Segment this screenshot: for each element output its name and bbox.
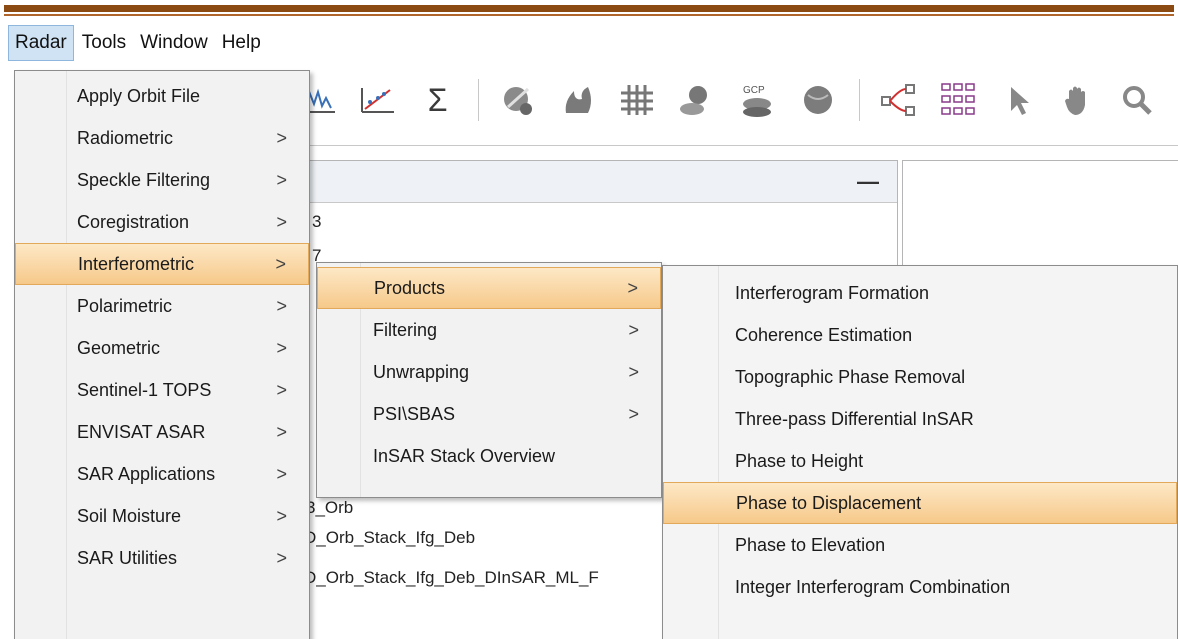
menu-window[interactable]: Window	[134, 26, 214, 60]
gcp-icon[interactable]: GCP	[737, 80, 777, 120]
menu-item-polarimetric[interactable]: Polarimetric >	[15, 285, 309, 327]
menu-item-radiometric[interactable]: Radiometric >	[15, 117, 309, 159]
radar-menu: Apply Orbit File Radiometric > Speckle Fi…	[14, 70, 310, 639]
menu-tools[interactable]: Tools	[76, 26, 132, 60]
menu-item-sentinel-1-tops[interactable]: Sentinel-1 TOPS >	[15, 369, 309, 411]
mask-icon[interactable]	[678, 80, 715, 120]
menu-item-interferogram-formation[interactable]: Interferogram Formation	[663, 272, 1177, 314]
menu-item-coherence-estimation[interactable]: Coherence Estimation	[663, 314, 1177, 356]
menu-item-sar-applications[interactable]: SAR Applications >	[15, 453, 309, 495]
menu-help[interactable]: Help	[216, 26, 267, 60]
products-submenu: Interferogram Formation Coherence Estima…	[662, 265, 1178, 639]
gcp-label: GCP	[743, 85, 765, 96]
chevron-right-icon: >	[276, 547, 287, 568]
chevron-right-icon: >	[276, 421, 287, 442]
menu-item-envisat-asar[interactable]: ENVISAT ASAR >	[15, 411, 309, 453]
menu-item-three-pass-differential-insar[interactable]: Three-pass Differential InSAR	[663, 398, 1177, 440]
fire-icon[interactable]	[559, 80, 596, 120]
chevron-right-icon: >	[275, 253, 286, 274]
globe-icon[interactable]	[799, 80, 836, 120]
product-explorer-header: —	[301, 161, 897, 203]
menu-item-apply-orbit-file[interactable]: Apply Orbit File	[15, 75, 309, 117]
chevron-right-icon: >	[276, 295, 287, 316]
menu-item-phase-to-elevation[interactable]: Phase to Elevation	[663, 524, 1177, 566]
menu-bar: Radar Tools Window Help	[0, 24, 1178, 62]
menu-item-integer-interferogram-combination[interactable]: Integer Interferogram Combination	[663, 566, 1177, 608]
toolbar-separator	[478, 79, 480, 121]
pointer-icon[interactable]	[1000, 80, 1037, 120]
chevron-right-icon: >	[276, 337, 287, 358]
toolbar: Σ GCP	[300, 70, 1178, 130]
menu-item-filtering[interactable]: Filtering >	[317, 309, 661, 351]
chevron-right-icon: >	[276, 463, 287, 484]
menu-item-speckle-filtering[interactable]: Speckle Filtering >	[15, 159, 309, 201]
sigma-statistics-icon[interactable]: Σ	[419, 80, 456, 120]
chevron-right-icon: >	[627, 277, 638, 298]
menu-item-products[interactable]: Products >	[317, 267, 661, 309]
menu-item-sar-utilities[interactable]: SAR Utilities >	[15, 537, 309, 579]
layer-icon[interactable]	[499, 80, 536, 120]
toolbar-separator	[858, 79, 860, 121]
chevron-right-icon: >	[276, 505, 287, 526]
menu-item-coregistration[interactable]: Coregistration >	[15, 201, 309, 243]
chevron-right-icon: >	[276, 379, 287, 400]
chevron-right-icon: >	[628, 361, 639, 382]
tree-item[interactable]: 3	[312, 212, 321, 232]
toolbar-bottom-divider	[300, 145, 1178, 146]
menu-item-topographic-phase-removal[interactable]: Topographic Phase Removal	[663, 356, 1177, 398]
interferometric-submenu: Products > Filtering > Unwrapping > PSI\SBA…	[316, 262, 662, 498]
chevron-right-icon: >	[276, 169, 287, 190]
pan-hand-icon[interactable]	[1059, 80, 1096, 120]
graph-builder-icon[interactable]	[880, 80, 918, 120]
menu-item-insar-stack-overview[interactable]: InSAR Stack Overview	[317, 435, 661, 477]
menu-item-unwrapping[interactable]: Unwrapping >	[317, 351, 661, 393]
chevron-right-icon: >	[276, 211, 287, 232]
menu-item-phase-to-displacement[interactable]: Phase to Displacement	[663, 482, 1177, 524]
menu-item-soil-moisture[interactable]: Soil Moisture >	[15, 495, 309, 537]
menu-item-psi-sbas[interactable]: PSI\SBAS >	[317, 393, 661, 435]
scatter-plot-icon[interactable]	[359, 80, 396, 120]
minimize-button[interactable]: —	[857, 169, 879, 195]
tree-item[interactable]: D_Orb_Stack_Ifg_Deb_DInSAR_ML_F	[304, 568, 599, 588]
chevron-right-icon: >	[276, 127, 287, 148]
zoom-icon[interactable]	[1119, 80, 1156, 120]
chevron-right-icon: >	[628, 403, 639, 424]
document-top-rule-thin	[4, 14, 1174, 16]
batch-processing-icon[interactable]	[940, 80, 978, 120]
document-top-rule	[4, 5, 1174, 12]
menu-item-geometric[interactable]: Geometric >	[15, 327, 309, 369]
menu-item-interferometric[interactable]: Interferometric >	[15, 243, 309, 285]
grid-icon[interactable]	[618, 80, 655, 120]
chevron-right-icon: >	[628, 319, 639, 340]
tree-item[interactable]: D_Orb_Stack_Ifg_Deb	[304, 528, 475, 548]
menu-item-phase-to-height[interactable]: Phase to Height	[663, 440, 1177, 482]
tree-item[interactable]: 3_Orb	[306, 498, 353, 518]
menu-radar[interactable]: Radar	[8, 25, 74, 61]
